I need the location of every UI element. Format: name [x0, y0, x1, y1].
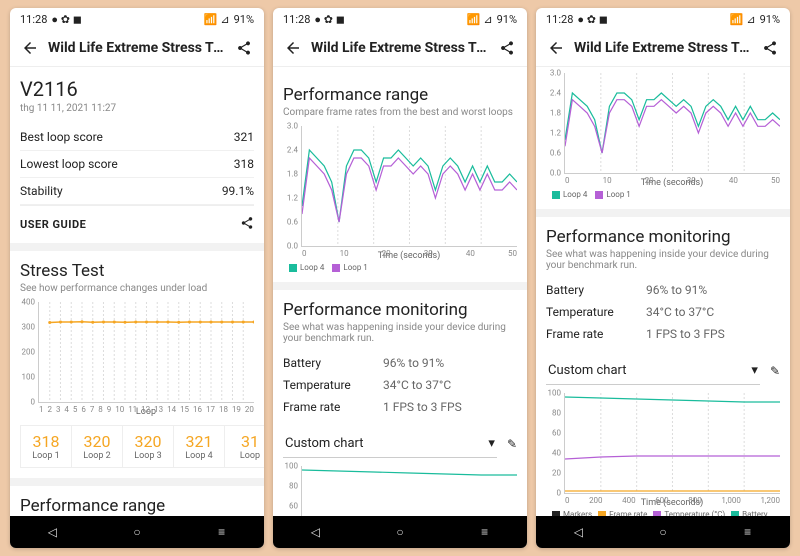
nav-home-icon[interactable]: ○ [621, 516, 706, 548]
status-bar: 11:28 ● ✿ ◼ 📶 ⊿ 91% [273, 8, 527, 30]
share-icon[interactable] [758, 36, 782, 60]
back-icon[interactable] [281, 36, 305, 60]
chevron-down-icon: ▾ [751, 363, 758, 378]
app-bar: Wild Life Extreme Stress Test [273, 30, 527, 67]
loop-card[interactable]: 320Loop 2 [72, 425, 123, 468]
stability-value: 99.1% [222, 184, 254, 198]
stress-test-title: Stress Test [20, 261, 254, 281]
nav-recent-icon[interactable]: ≡ [442, 516, 527, 548]
loop-card[interactable]: 31Loop [225, 425, 264, 468]
app-bar: Wild Life Extreme Stress Test [536, 30, 790, 67]
best-loop-score: 321 [234, 130, 254, 144]
phone-screen-3: 11:28 ● ✿ ◼ 📶 ⊿ 91% Wild Life Extreme St… [536, 8, 790, 548]
loop-card[interactable]: 320Loop 3 [123, 425, 174, 468]
user-guide-row[interactable]: USER GUIDE [20, 205, 254, 243]
status-bar: 11:28 ● ✿ ◼ 📶 ⊿ 91% [10, 8, 264, 30]
nav-bar: ◁ ○ ≡ [536, 516, 790, 548]
status-bar: 11:28 ● ✿ ◼ 📶 ⊿ 91% [536, 8, 790, 30]
loop-card[interactable]: 321Loop 4 [174, 425, 225, 468]
edit-icon[interactable]: ✎ [507, 437, 517, 451]
phone-screen-1: 11:28 ● ✿ ◼ 📶 ⊿ 91% Wild Life Extreme St… [10, 8, 264, 548]
phone-screen-2: 11:28 ● ✿ ◼ 📶 ⊿ 91% Wild Life Extreme St… [273, 8, 527, 548]
page-title: Wild Life Extreme Stress Test [48, 40, 226, 56]
nav-recent-icon[interactable]: ≡ [179, 516, 264, 548]
chart-legend: Loop 4 Loop 1 [546, 190, 780, 199]
nav-home-icon[interactable]: ○ [95, 516, 180, 548]
share-icon[interactable] [495, 36, 519, 60]
nav-back-icon[interactable]: ◁ [536, 516, 621, 548]
custom-chart: 100806040200 02004006008001,0001,200 [564, 393, 780, 494]
nav-back-icon[interactable]: ◁ [273, 516, 358, 548]
loop-strip[interactable]: 318Loop 1320Loop 2320Loop 3321Loop 431Lo… [20, 425, 254, 468]
share-icon[interactable] [240, 216, 254, 233]
stress-test-chart: 4003002001000 12345678910111213141516171… [38, 302, 254, 403]
back-icon[interactable] [18, 36, 42, 60]
back-icon[interactable] [544, 36, 568, 60]
loop-card[interactable]: 318Loop 1 [20, 425, 72, 468]
custom-chart-select[interactable]: Custom chart ▾ [546, 357, 760, 385]
nav-bar: ◁ ○ ≡ [273, 516, 527, 548]
custom-chart-select[interactable]: Custom chart ▾ [283, 430, 497, 458]
custom-chart-preview: 100806040200 [301, 466, 517, 516]
chevron-down-icon: ▾ [488, 436, 495, 451]
timestamp: thg 11 11, 2021 11:27 [20, 103, 254, 114]
nav-home-icon[interactable]: ○ [358, 516, 443, 548]
device-name: V2116 [20, 77, 254, 101]
nav-recent-icon[interactable]: ≡ [705, 516, 790, 548]
edit-icon[interactable]: ✎ [770, 364, 780, 378]
nav-bar: ◁ ○ ≡ [10, 516, 264, 548]
performance-range-chart: 3.02.41.81.20.60.0 01020304050 [301, 126, 517, 247]
nav-back-icon[interactable]: ◁ [10, 516, 95, 548]
share-icon[interactable] [232, 36, 256, 60]
performance-range-chart-cont: 3.02.41.81.20.60.0 01020304050 [564, 73, 780, 174]
lowest-loop-score: 318 [234, 157, 254, 171]
chart-legend: Loop 4 Loop 1 [283, 263, 517, 272]
app-bar: Wild Life Extreme Stress Test [10, 30, 264, 67]
